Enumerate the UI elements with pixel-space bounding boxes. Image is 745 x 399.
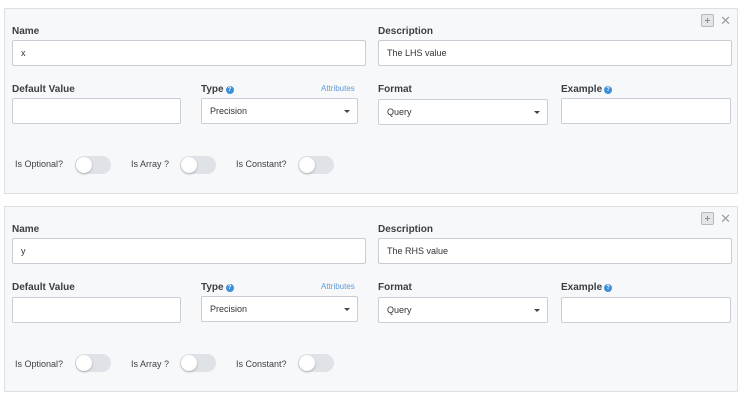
- card-actions: ✕: [701, 212, 731, 225]
- example-label: Example?: [561, 282, 613, 293]
- type-select-value: Precision: [210, 304, 248, 314]
- is-constant-toggle[interactable]: [298, 156, 334, 174]
- add-icon[interactable]: [701, 212, 715, 225]
- default-value-input[interactable]: [12, 98, 181, 124]
- toggle-knob: [299, 355, 315, 371]
- is-array-toggle[interactable]: [180, 354, 216, 372]
- is-constant-label: Is Constant?: [236, 359, 287, 369]
- description-label: Description: [378, 26, 434, 37]
- toggle-knob: [181, 355, 197, 371]
- chevron-down-icon: [534, 309, 540, 312]
- help-icon[interactable]: ?: [604, 284, 613, 292]
- is-optional-label: Is Optional?: [15, 359, 64, 369]
- chevron-down-icon: [344, 110, 350, 113]
- description-label: Description: [378, 224, 434, 235]
- format-select-value: Query: [387, 107, 412, 117]
- card-actions: ✕: [701, 14, 731, 27]
- type-select-value: Precision: [210, 106, 248, 116]
- toggle-knob: [299, 157, 315, 173]
- is-array-label: Is Array ?: [131, 359, 170, 369]
- attributes-link[interactable]: Attributes: [321, 282, 355, 291]
- is-array-label: Is Array ?: [131, 159, 170, 169]
- chevron-down-icon: [534, 111, 540, 114]
- format-label: Format: [378, 282, 412, 293]
- description-input[interactable]: The LHS value: [378, 40, 732, 66]
- help-icon[interactable]: ?: [604, 86, 613, 94]
- default-value-label: Default Value: [12, 84, 75, 95]
- example-label: Example?: [561, 84, 613, 95]
- close-icon[interactable]: ✕: [720, 212, 731, 225]
- attributes-link[interactable]: Attributes: [321, 84, 355, 93]
- type-select[interactable]: Precision: [201, 296, 358, 322]
- add-icon[interactable]: [701, 14, 715, 27]
- is-optional-label: Is Optional?: [15, 159, 64, 169]
- name-label: Name: [12, 26, 40, 37]
- type-label: Type?: [201, 282, 234, 293]
- chevron-down-icon: [344, 308, 350, 311]
- default-value-input[interactable]: [12, 297, 181, 323]
- example-input[interactable]: [561, 98, 731, 124]
- format-select[interactable]: Query: [378, 99, 548, 125]
- parameter-card: ✕ Name y Description The RHS value Defau…: [4, 206, 738, 392]
- format-select[interactable]: Query: [378, 297, 548, 323]
- toggle-knob: [181, 157, 197, 173]
- name-input[interactable]: y: [12, 238, 366, 264]
- type-select[interactable]: Precision: [201, 98, 358, 124]
- description-input[interactable]: The RHS value: [378, 238, 732, 264]
- toggle-knob: [76, 157, 92, 173]
- is-array-toggle[interactable]: [180, 156, 216, 174]
- type-label: Type?: [201, 84, 234, 95]
- example-input[interactable]: [561, 297, 731, 323]
- is-constant-toggle[interactable]: [298, 354, 334, 372]
- close-icon[interactable]: ✕: [720, 14, 731, 27]
- toggle-knob: [76, 355, 92, 371]
- help-icon[interactable]: ?: [225, 284, 234, 292]
- is-optional-toggle[interactable]: [75, 354, 111, 372]
- default-value-label: Default Value: [12, 282, 75, 293]
- help-icon[interactable]: ?: [225, 86, 234, 94]
- name-input[interactable]: x: [12, 40, 366, 66]
- is-constant-label: Is Constant?: [236, 159, 287, 169]
- format-select-value: Query: [387, 305, 412, 315]
- parameter-card: ✕ Name x Description The LHS value Defau…: [4, 8, 738, 194]
- is-optional-toggle[interactable]: [75, 156, 111, 174]
- name-label: Name: [12, 224, 40, 235]
- format-label: Format: [378, 84, 412, 95]
